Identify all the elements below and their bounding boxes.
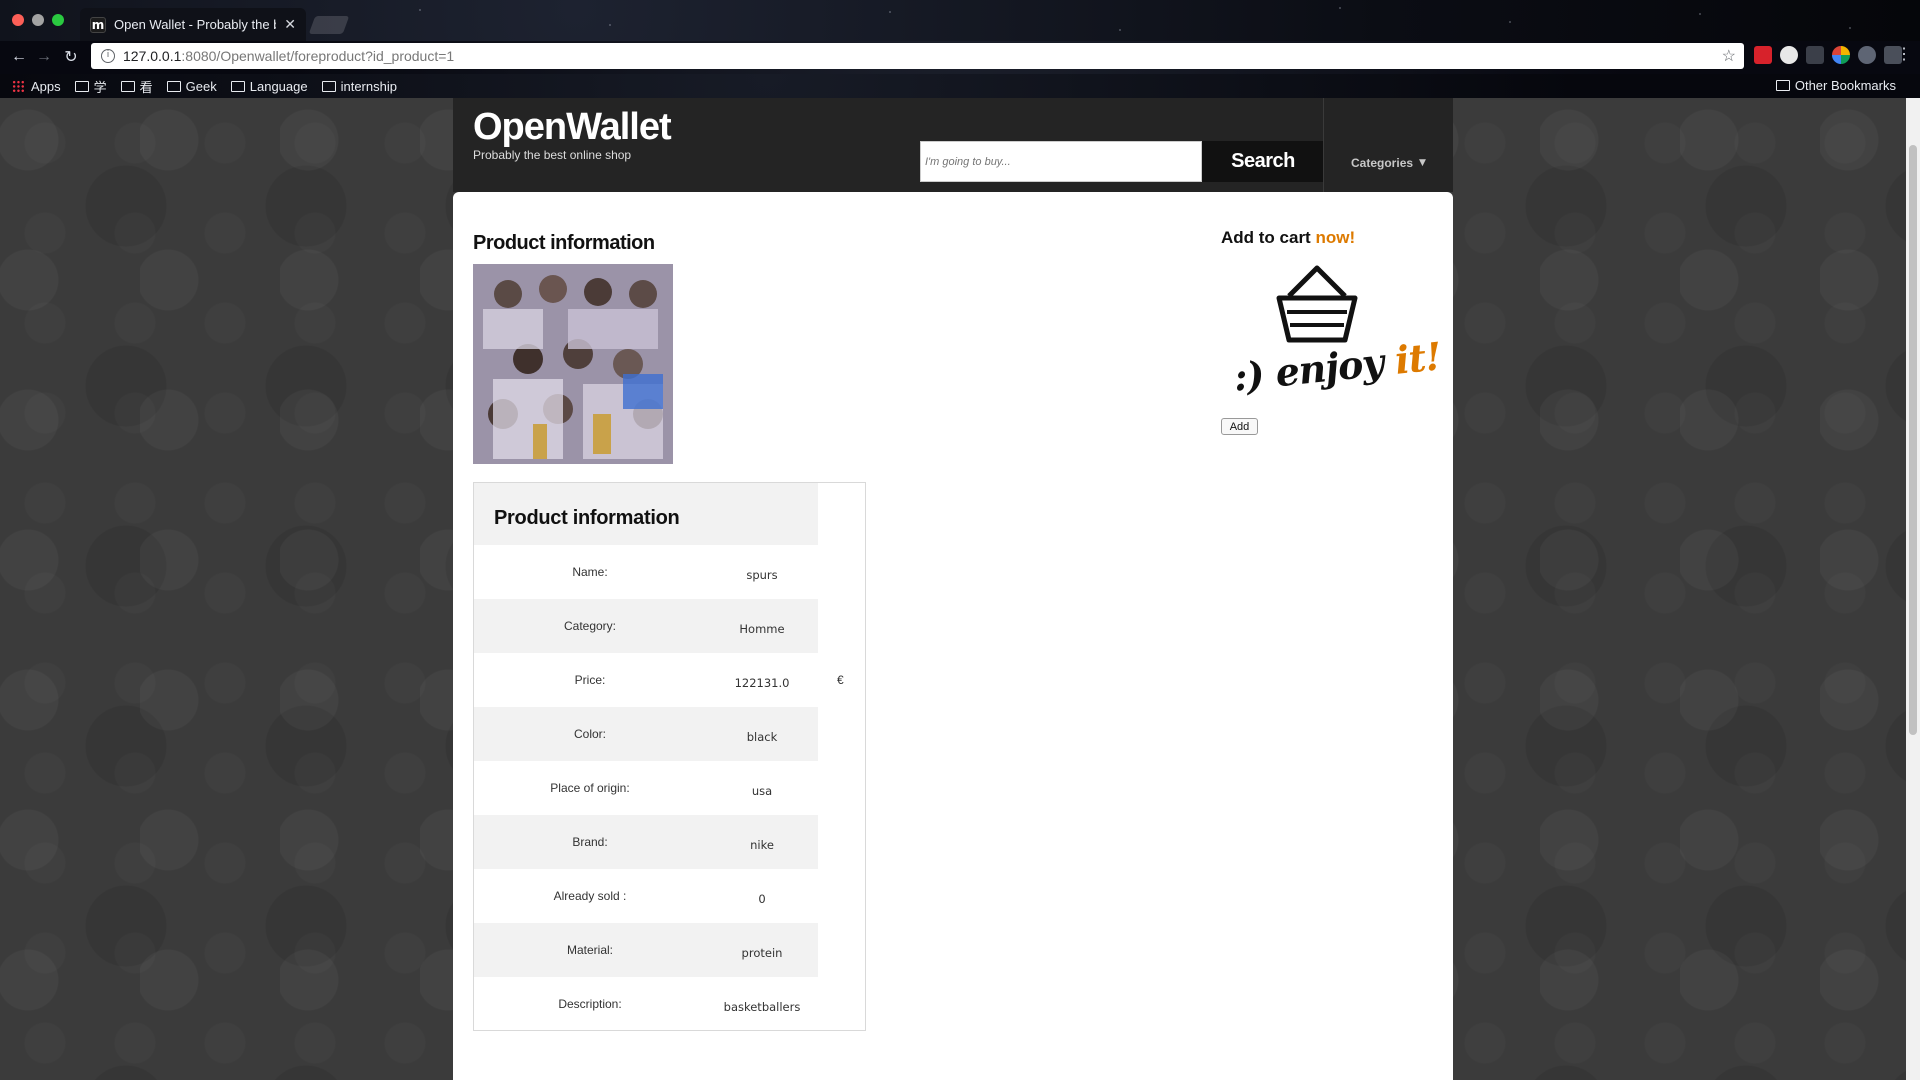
back-arrow-icon[interactable]: ←: [8, 46, 30, 68]
search-button[interactable]: Search: [1202, 141, 1324, 182]
row-value: 0: [758, 892, 766, 906]
table-row: Already sold : 0: [474, 869, 818, 923]
table-row: Price: 122131.0: [474, 653, 818, 707]
row-label: Place of origin:: [550, 781, 630, 795]
product-image: [473, 264, 673, 464]
row-label: Already sold :: [553, 889, 627, 903]
browser-tab[interactable]: m Open Wallet - Probably the be ✕: [80, 8, 306, 41]
forward-arrow-icon[interactable]: →: [33, 46, 55, 68]
bookmark-folder[interactable]: Language: [230, 79, 308, 94]
other-bookmarks[interactable]: Other Bookmarks: [1775, 78, 1896, 93]
bookmark-apps[interactable]: Apps: [12, 79, 61, 94]
url-path: :8080/Openwallet/foreproduct?id_product=…: [181, 48, 455, 64]
add-to-cart-heading: Add to cart now!: [1221, 228, 1356, 247]
browser-tabstrip: m Open Wallet - Probably the be ✕: [0, 0, 1920, 41]
row-value: black: [746, 730, 778, 744]
table-title: Product information: [474, 483, 818, 545]
main-content: Product information Product information: [453, 192, 1453, 1080]
extension-icon[interactable]: [1832, 46, 1850, 64]
maximize-window-button[interactable]: [52, 14, 64, 26]
shopping-basket-icon: [1276, 265, 1358, 343]
bookmark-folder[interactable]: internship: [321, 79, 397, 94]
close-tab-icon[interactable]: ✕: [284, 16, 296, 33]
row-value: nike: [750, 838, 774, 852]
row-label: Category:: [563, 619, 617, 633]
row-value: usa: [751, 784, 773, 798]
chevron-down-icon: ▼: [1419, 158, 1426, 168]
row-label: Description:: [558, 997, 622, 1011]
row-label: Color:: [573, 727, 606, 741]
minimize-window-button[interactable]: [32, 14, 44, 26]
site-tagline: Probably the best online shop: [473, 148, 632, 162]
extension-icon[interactable]: [1806, 46, 1824, 64]
bookmarks-bar: Apps 学 看 Geek Language internship Other …: [0, 74, 1920, 98]
row-label: Brand:: [572, 835, 608, 849]
reload-icon[interactable]: ↻: [60, 46, 82, 68]
page-title: Product information: [473, 232, 655, 254]
row-label: Material:: [566, 943, 613, 957]
row-value: spurs: [746, 568, 778, 582]
row-value: protein: [741, 946, 783, 960]
folder-icon: [74, 80, 89, 92]
folder-icon: [230, 80, 245, 92]
search-input[interactable]: [920, 141, 1202, 182]
table-row: Color: black: [474, 707, 818, 761]
categories-label: Categories: [1351, 156, 1414, 170]
site-logo[interactable]: OpenWallet: [473, 106, 672, 149]
table-row: Place of origin: usa: [474, 761, 818, 815]
bookmark-folder[interactable]: 学: [74, 77, 107, 96]
bookmark-star-icon[interactable]: ☆: [1722, 46, 1736, 66]
browser-menu-icon[interactable]: ⋮: [1896, 44, 1912, 64]
address-bar[interactable]: i 127.0.0.1 :8080/Openwallet/foreproduct…: [91, 43, 1744, 69]
row-value: Homme: [739, 622, 785, 636]
folder-icon: [120, 80, 135, 92]
table-row: Material: protein: [474, 923, 818, 977]
table-row: Name: spurs: [474, 545, 818, 599]
tab-title: Open Wallet - Probably the be: [114, 17, 277, 32]
close-window-button[interactable]: [12, 14, 24, 26]
url-host: 127.0.0.1: [123, 48, 182, 64]
extension-icon[interactable]: [1754, 46, 1772, 64]
categories-menu[interactable]: Categories ▼: [1323, 98, 1453, 192]
row-value: basketballers: [723, 1000, 801, 1014]
row-label: Name:: [572, 565, 608, 579]
bookmark-folder[interactable]: 看: [120, 77, 153, 96]
folder-icon: [166, 80, 181, 92]
bookmark-folder[interactable]: Geek: [166, 79, 217, 94]
extension-icon[interactable]: [1780, 46, 1798, 64]
new-tab-button[interactable]: [308, 16, 350, 34]
enjoy-it-slogan: :) enjoy it!: [1231, 333, 1443, 400]
add-to-cart-button[interactable]: Add: [1221, 418, 1258, 435]
folder-icon: [1775, 80, 1790, 91]
table-row: Brand: nike: [474, 815, 818, 869]
extensions-bar: [1754, 46, 1902, 64]
folder-icon: [321, 80, 336, 92]
product-info-table: Product information Name: spurs Category…: [473, 482, 866, 1031]
product-photo: [473, 264, 673, 464]
table-row: Description: basketballers: [474, 977, 818, 1031]
favicon-icon: m: [90, 16, 106, 33]
scrollbar-thumb[interactable]: [1909, 145, 1917, 735]
site-info-icon[interactable]: i: [101, 49, 115, 63]
table-row: Category: Homme: [474, 599, 818, 653]
extension-icon[interactable]: [1858, 46, 1876, 64]
site-header: OpenWallet Probably the best online shop…: [453, 98, 1453, 192]
row-value: 122131.0: [734, 676, 790, 690]
apps-grid-icon: [12, 79, 25, 93]
currency-symbol: €: [837, 673, 844, 687]
row-label: Price:: [574, 673, 606, 687]
